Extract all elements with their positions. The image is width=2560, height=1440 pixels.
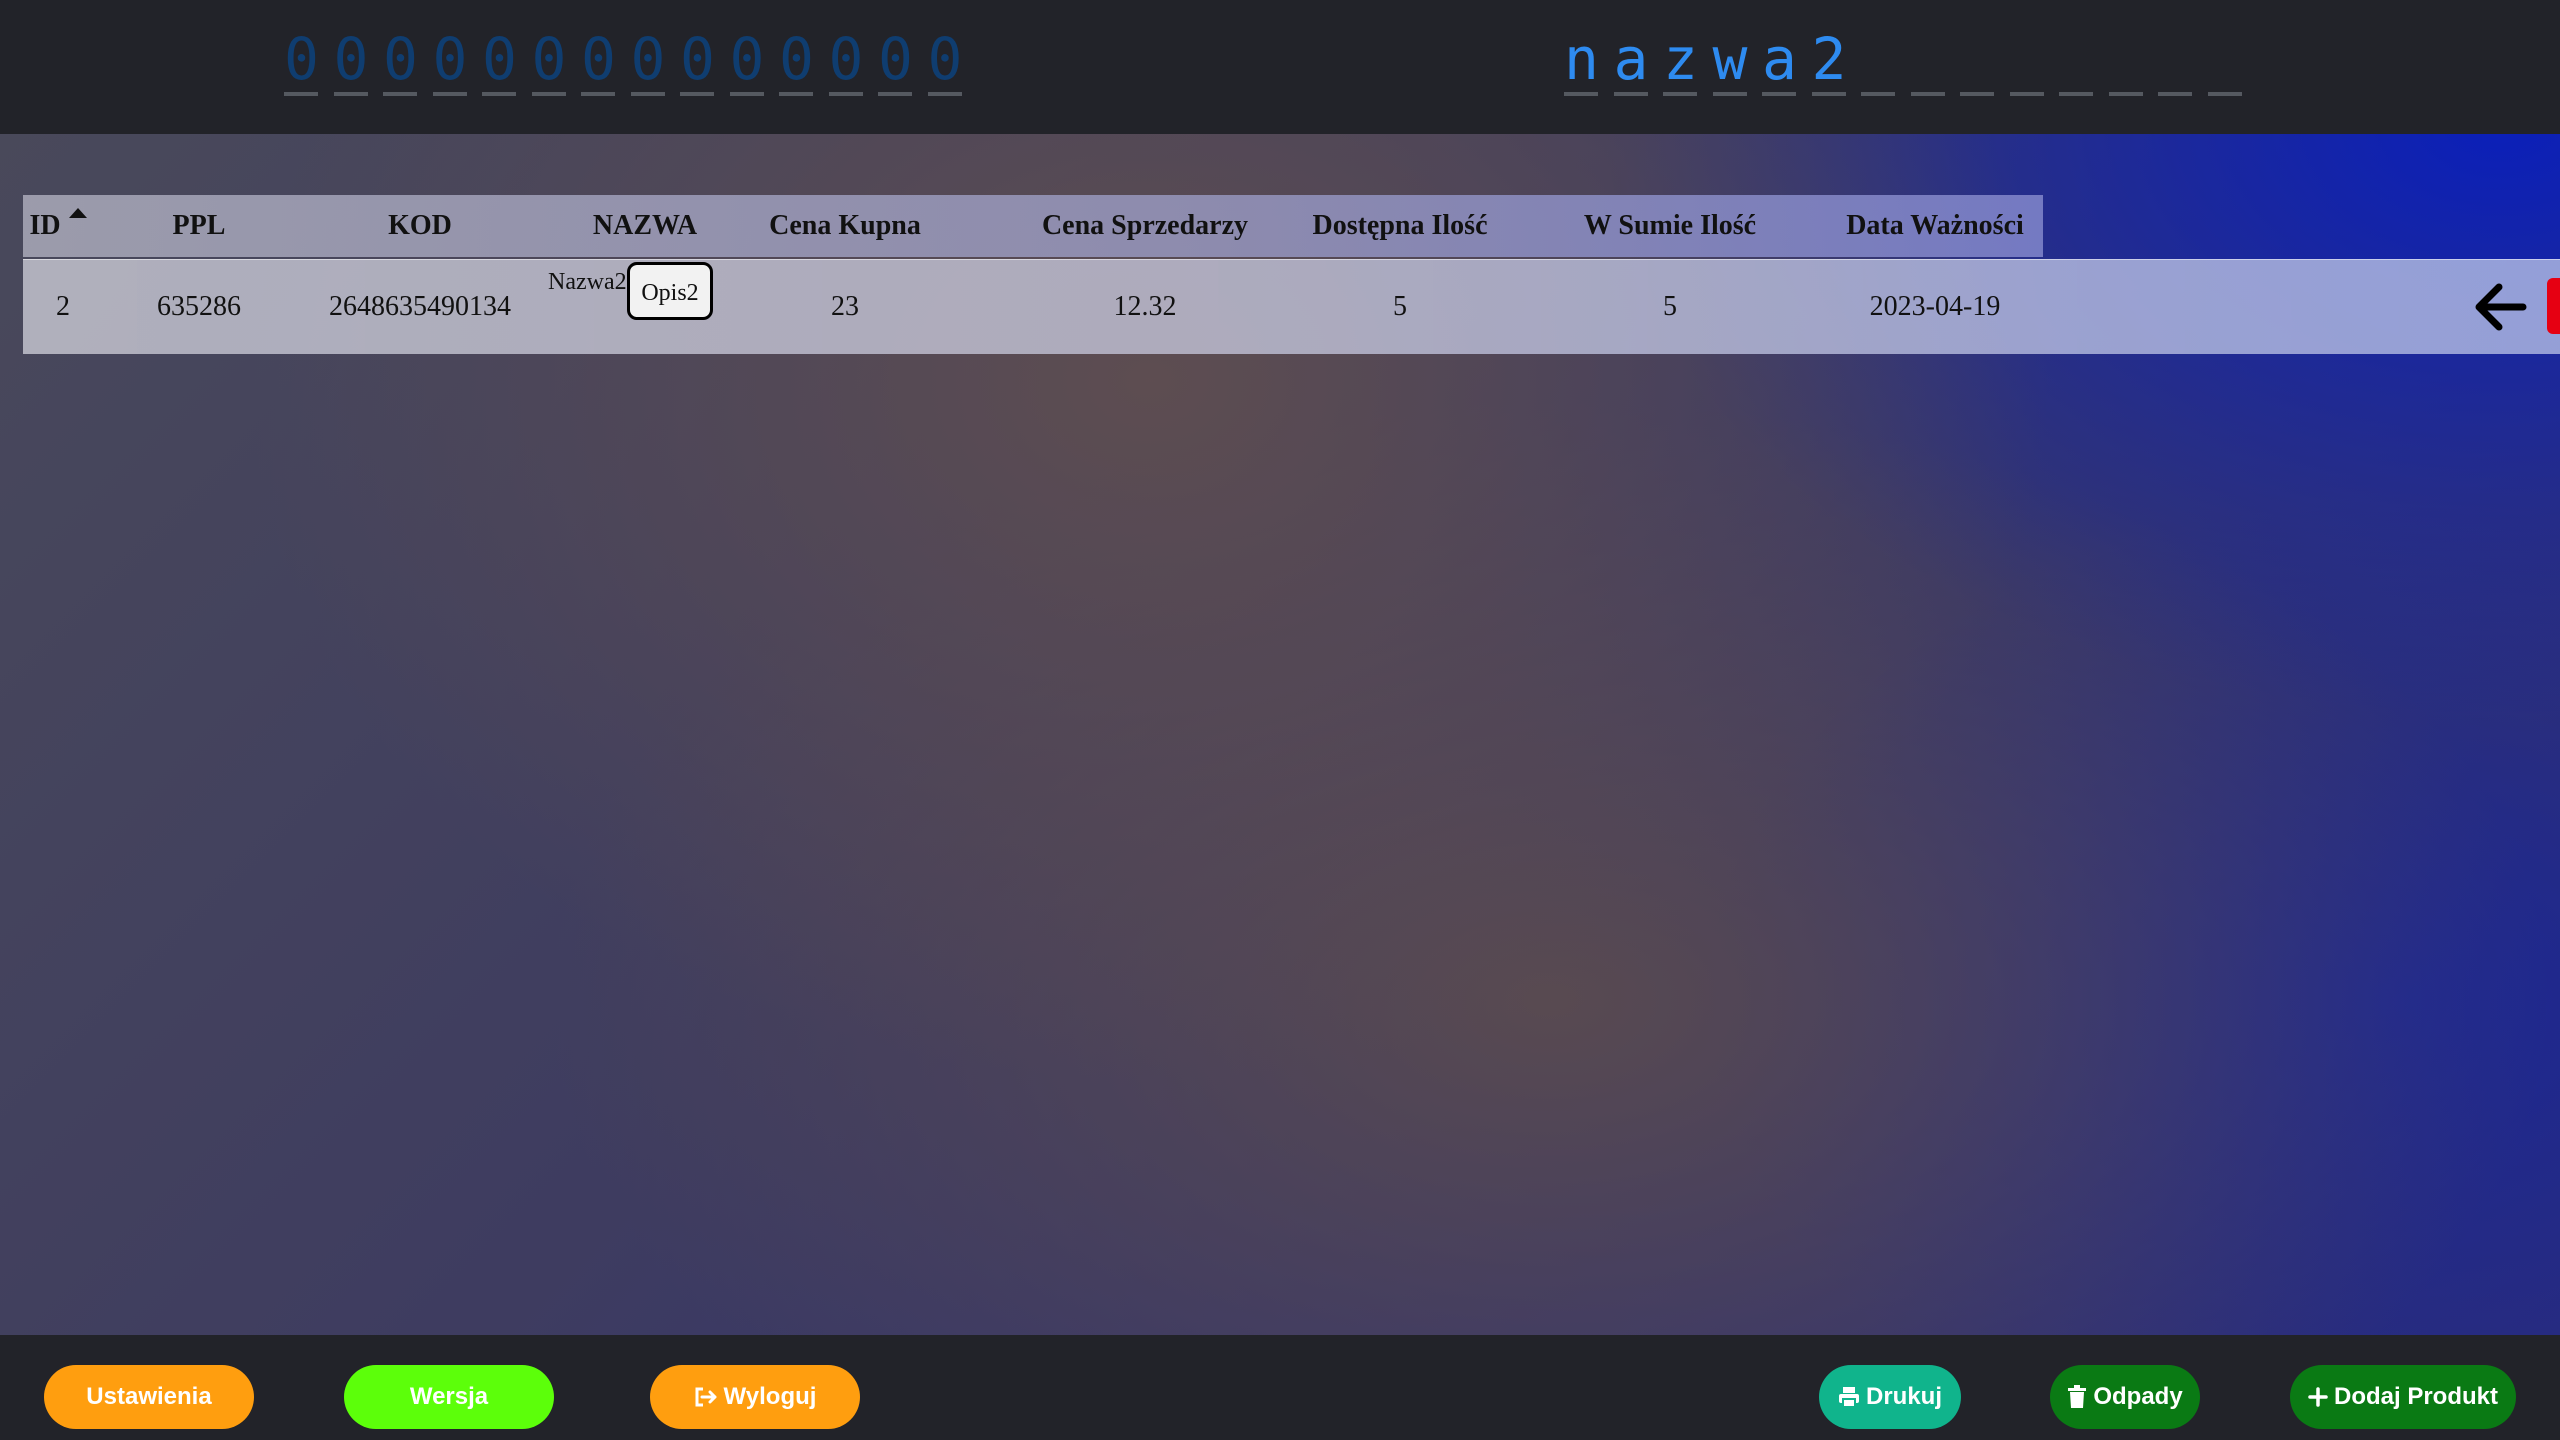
cell-ppl: 635286 [157, 291, 241, 322]
name-char [1910, 26, 1945, 96]
name-char: a [1613, 26, 1648, 96]
sort-up-icon[interactable] [68, 208, 87, 218]
settings-button[interactable]: Ustawienia [44, 1365, 254, 1429]
header-dostepna-ilosc[interactable]: Dostępna Ilość [1275, 195, 1525, 257]
table-row[interactable]: 2 635286 2648635490134 Nazwa2 Opis2 23 1… [23, 259, 2560, 354]
cell-cena-sprzedarzy: 12.32 [1113, 291, 1177, 322]
barcode-digit: 0 [878, 26, 913, 96]
printer-icon [1838, 1386, 1860, 1408]
name-char [2009, 26, 2044, 96]
barcode-digit: 0 [680, 26, 715, 96]
barcode-digit: 0 [284, 26, 319, 96]
plus-icon [2308, 1387, 2328, 1407]
barcode-digit: 0 [630, 26, 665, 96]
cell-cena-kupna: 23 [831, 291, 859, 322]
header-data-waznosci[interactable]: Data Ważności [1805, 195, 2065, 257]
scanner-header: 0 0 0 0 0 0 0 0 0 0 0 0 0 0 n a z w a 2 [0, 0, 2560, 134]
barcode-digit: 0 [531, 26, 566, 96]
name-char [2108, 26, 2143, 96]
trash-icon [2067, 1385, 2087, 1409]
name-char [1960, 26, 1994, 96]
header-id[interactable]: ID [23, 195, 93, 257]
barcode-digit: 0 [779, 26, 814, 96]
name-display: n a z w a 2 [1564, 26, 2257, 96]
print-button[interactable]: Drukuj [1819, 1365, 1961, 1429]
name-char [1861, 26, 1895, 96]
name-char: a [1762, 26, 1797, 96]
cell-data-waznosci: 2023-04-19 [1869, 291, 2001, 322]
name-char [2207, 26, 2242, 96]
cell-w-sumie-ilosc: 5 [1663, 291, 1677, 322]
cell-kod: 2648635490134 [329, 291, 511, 322]
logout-icon [694, 1386, 718, 1408]
table-header: ID PPL KOD NAZWA Cena Kupna Cena Sprzeda… [23, 195, 2043, 257]
waste-button[interactable]: Odpady [2050, 1365, 2200, 1429]
description-button[interactable]: Opis2 [627, 262, 713, 320]
barcode-digit: 0 [383, 26, 418, 96]
header-cena-sprzedarzy[interactable]: Cena Sprzedarzy [985, 195, 1305, 257]
name-char [2059, 26, 2093, 96]
header-cena-kupna[interactable]: Cena Kupna [735, 195, 955, 257]
footer-toolbar: Ustawienia Wersja Wyloguj Drukuj Odpady … [0, 1335, 2560, 1440]
header-kod[interactable]: KOD [285, 195, 555, 257]
header-ppl[interactable]: PPL [113, 195, 285, 257]
barcode-display: 0 0 0 0 0 0 0 0 0 0 0 0 0 0 [284, 26, 977, 96]
delete-button[interactable] [2547, 278, 2560, 334]
name-char: n [1564, 26, 1599, 96]
arrow-left-icon[interactable] [2473, 282, 2527, 332]
barcode-digit: 0 [729, 26, 764, 96]
barcode-digit: 0 [482, 26, 517, 96]
name-char [2158, 26, 2192, 96]
name-char: w [1712, 26, 1747, 96]
barcode-digit: 0 [333, 26, 368, 96]
barcode-digit: 0 [828, 26, 863, 96]
name-char: 2 [1811, 26, 1846, 96]
cell-dostepna-ilosc: 5 [1393, 291, 1407, 322]
barcode-digit: 0 [432, 26, 467, 96]
cell-nazwa: Nazwa2 [548, 269, 627, 295]
logout-button[interactable]: Wyloguj [650, 1365, 860, 1429]
name-char: z [1663, 26, 1698, 96]
barcode-digit: 0 [927, 26, 962, 96]
cell-id: 2 [56, 291, 70, 322]
header-w-sumie-ilosc[interactable]: W Sumie Ilość [1535, 195, 1805, 257]
add-product-button[interactable]: Dodaj Produkt [2290, 1365, 2516, 1429]
version-button[interactable]: Wersja [344, 1365, 554, 1429]
barcode-digit: 0 [581, 26, 616, 96]
header-nazwa[interactable]: NAZWA [555, 195, 735, 257]
